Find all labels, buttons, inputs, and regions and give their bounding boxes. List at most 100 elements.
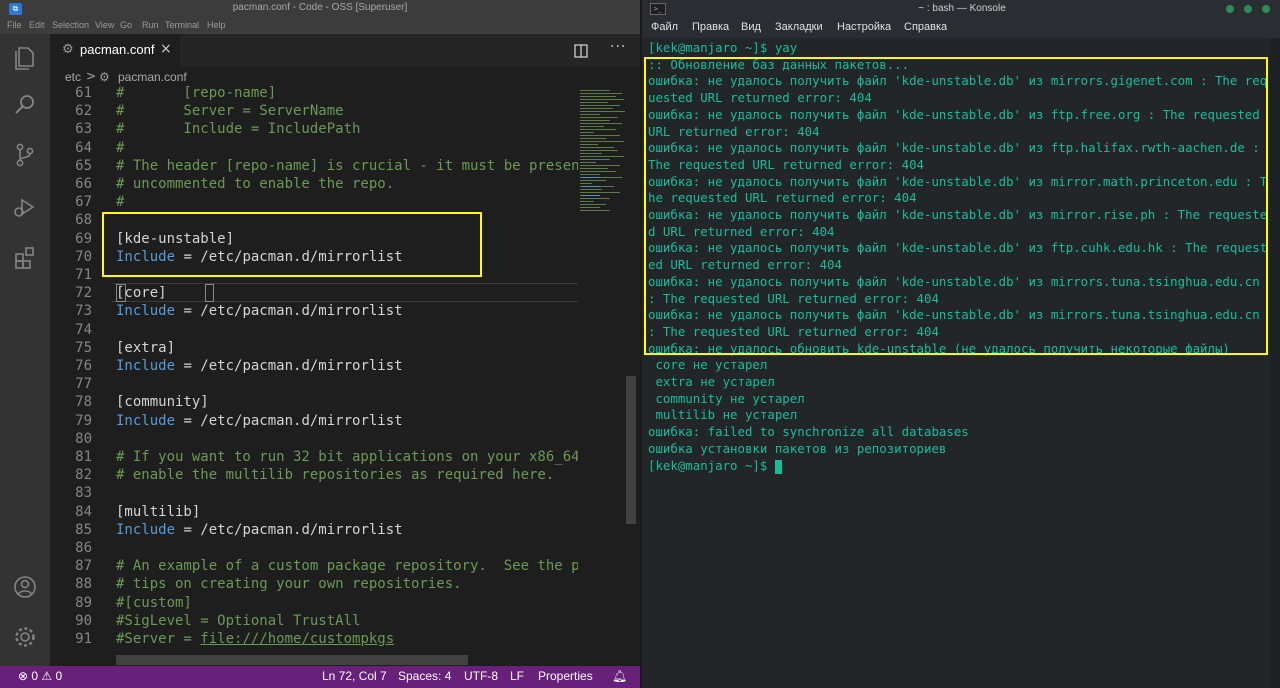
menu-view[interactable]: Вид (741, 21, 761, 33)
menu-selection[interactable]: Selection (52, 20, 89, 30)
encoding[interactable]: UTF-8 (464, 669, 498, 683)
konsole-menubar: Файл Правка Вид Закладки Настройка Справ… (642, 18, 1280, 38)
terminal-text: extra не устарел (648, 374, 775, 389)
vscode-titlebar[interactable]: ⧉ pacman.conf - Code - OSS [Superuser] (0, 0, 640, 18)
menu-help[interactable]: Help (207, 20, 226, 30)
account-icon[interactable] (10, 572, 40, 602)
code-line: #[custom] (116, 594, 192, 612)
konsole-window: >_ ~ : bash — Konsole Файл Правка Вид За… (640, 0, 1280, 688)
konsole-titlebar[interactable]: >_ ~ : bash — Konsole (642, 0, 1280, 18)
highlight-box (102, 212, 482, 277)
indentation[interactable]: Spaces: 4 (398, 669, 451, 683)
minimap[interactable] (578, 88, 628, 228)
code-token[interactable]: file:///home/custompkgs (200, 631, 394, 647)
code-token: [core] (116, 285, 167, 301)
menu-edit[interactable]: Правка (692, 21, 729, 33)
vscode-menubar: File Edit Selection View Go Run Terminal… (0, 18, 640, 34)
code-line: #Server = file:///home/custompkgs (116, 630, 394, 648)
line-number: 74 (75, 322, 92, 338)
code-token: = /etc/pacman.d/mirrorlist (175, 358, 403, 374)
output-line: multilib не устарел (648, 407, 797, 423)
line-number: 82 (75, 467, 92, 483)
code-token: = /etc/pacman.d/mirrorlist (175, 303, 403, 319)
activity-bar (0, 34, 50, 666)
tab-close-icon[interactable]: × (160, 41, 172, 57)
desktop: ⧉ pacman.conf - Code - OSS [Superuser] F… (0, 0, 1280, 688)
highlight-box (644, 57, 1268, 355)
line-number: 88 (75, 576, 92, 592)
language-mode[interactable]: Properties (538, 669, 593, 683)
cursor-position[interactable]: Ln 72, Col 7 (322, 669, 387, 683)
run-debug-icon[interactable] (10, 192, 40, 222)
terminal-output[interactable]: [kek@manjaro ~]$ yay:: Обновление баз да… (642, 38, 1280, 688)
extensions-icon[interactable] (10, 242, 40, 272)
line-number: 61 (75, 85, 92, 101)
code-token: # (116, 140, 125, 156)
editor-tabs: ⚙ pacman.conf × ··· (50, 34, 640, 66)
close-icon[interactable] (1262, 5, 1270, 13)
menu-help[interactable]: Справка (904, 21, 947, 33)
terminal-scrollbar[interactable] (1270, 38, 1280, 688)
line-number: 71 (75, 267, 92, 283)
code-token: # [repo-name] (116, 85, 277, 101)
line-number: 80 (75, 431, 92, 447)
split-editor-icon[interactable] (574, 43, 588, 58)
status-bar: ⊗ 0 ⚠ 0 Ln 72, Col 7 Spaces: 4 UTF-8 LF … (0, 666, 640, 688)
gear-file-icon: ⚙ (99, 70, 110, 84)
line-number: 86 (75, 540, 92, 556)
menu-file[interactable]: Файл (651, 21, 678, 33)
notifications-bell-icon[interactable]: 🔔︎ (612, 669, 627, 683)
menu-settings[interactable]: Настройка (837, 21, 891, 33)
terminal-text: ошибка: failed to synchronize all databa… (648, 424, 969, 439)
code-line: Include = /etc/pacman.d/mirrorlist (116, 521, 403, 539)
code-token: # Server = ServerName (116, 103, 344, 119)
tab-pacman-conf[interactable]: ⚙ pacman.conf × (50, 34, 180, 66)
line-number: 65 (75, 158, 92, 174)
line-number: 62 (75, 103, 92, 119)
line-number: 77 (75, 376, 92, 392)
menu-run[interactable]: Run (142, 20, 159, 30)
errors-indicator[interactable]: ⊗ 0 ⚠ 0 (18, 669, 62, 683)
explorer-icon[interactable] (10, 42, 40, 72)
terminal-text: core не устарел (648, 357, 768, 372)
line-number: 89 (75, 595, 92, 611)
vertical-scrollbar[interactable] (626, 376, 636, 524)
breadcrumb-file[interactable]: pacman.conf (118, 70, 187, 84)
end-of-line[interactable]: LF (510, 669, 524, 683)
terminal-text: multilib не устарел (648, 407, 798, 422)
code-line: # Server = ServerName (116, 102, 344, 120)
more-actions-icon[interactable]: ··· (610, 39, 626, 55)
menu-go[interactable]: Go (120, 20, 132, 30)
code-editor[interactable]: 61 # [repo-name] 62 # Server = ServerName 63… (50, 84, 578, 654)
prompt-line: [kek@manjaro ~]$ yay (648, 40, 797, 56)
menu-file[interactable]: File (7, 20, 22, 30)
horizontal-scrollbar[interactable] (116, 655, 468, 665)
manage-gear-icon[interactable] (10, 622, 40, 652)
code-token: [community] (116, 394, 209, 410)
breadcrumb-separator: > (86, 69, 97, 83)
line-number: 83 (75, 485, 92, 501)
code-line: # If you want to run 32 bit applications… (116, 448, 578, 466)
source-control-icon[interactable] (10, 140, 40, 170)
line-number: 78 (75, 394, 92, 410)
maximize-icon[interactable] (1244, 5, 1252, 13)
gear-file-icon: ⚙ (62, 42, 74, 57)
line-number: 73 (75, 303, 92, 319)
line-number: 68 (75, 212, 92, 228)
minimize-icon[interactable] (1226, 5, 1234, 13)
vscode-window: ⧉ pacman.conf - Code - OSS [Superuser] F… (0, 0, 640, 688)
search-icon[interactable] (10, 90, 40, 120)
code-line: # The header [repo-name] is crucial - it… (116, 157, 578, 175)
code-line: Include = /etc/pacman.d/mirrorlist (116, 357, 403, 375)
menu-view[interactable]: View (95, 20, 114, 30)
breadcrumb-folder[interactable]: etc (65, 70, 81, 84)
code-token: [extra] (116, 340, 176, 356)
menu-bookmarks[interactable]: Закладки (775, 21, 823, 33)
menu-edit[interactable]: Edit (29, 20, 45, 30)
code-token: Include (116, 303, 176, 319)
prompt-line: [kek@manjaro ~]$ (648, 458, 782, 474)
line-number: 91 (75, 631, 92, 647)
line-number: 67 (75, 194, 92, 210)
menu-terminal[interactable]: Terminal (165, 20, 199, 30)
line-number: 76 (75, 358, 92, 374)
